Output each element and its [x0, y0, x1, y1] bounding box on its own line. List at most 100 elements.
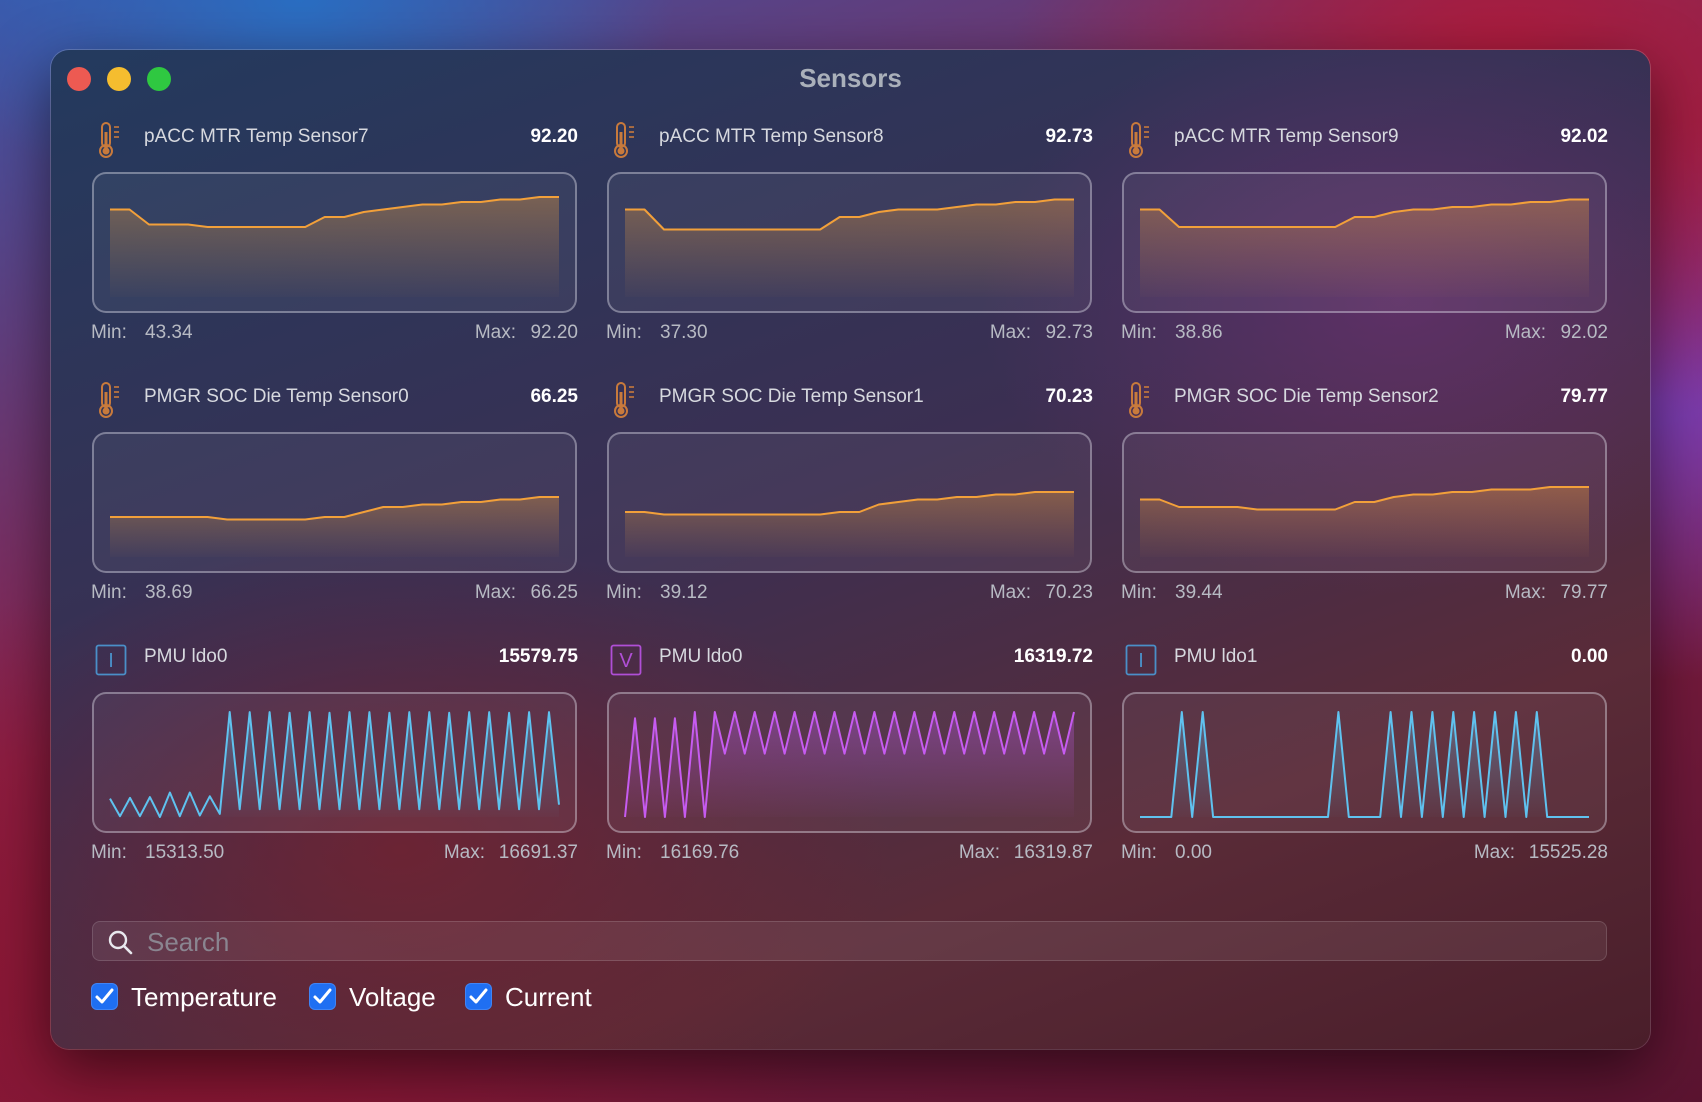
graph-area	[625, 199, 1074, 297]
max-label: Max:	[989, 322, 1031, 343]
graph-area	[1140, 199, 1589, 297]
sensor-value: 66.25	[530, 386, 578, 407]
graph-plot	[1140, 198, 1589, 297]
sensor-value: 16319.72	[1013, 646, 1093, 667]
sensor-graph	[607, 432, 1092, 573]
sensor-name: PMU ldo0	[144, 646, 228, 667]
graph-plot	[110, 196, 559, 297]
sensor-stats: Min: 37.30 92.73 Max:	[606, 322, 1093, 346]
sensor-stats: Min: 15313.50 16691.37 Max:	[91, 842, 578, 866]
sensor-name: pACC MTR Temp Sensor7	[144, 126, 369, 147]
search-input[interactable]	[145, 922, 1589, 962]
thermometer-icon	[1125, 120, 1153, 160]
sensor-header: I PMU ldo0 15579.75	[91, 638, 578, 688]
current-checkbox[interactable]	[465, 983, 492, 1010]
sensor-card: I PMU ldo1 0.00 Min: 0.00 15525.28 Max:	[1121, 630, 1608, 880]
max-value: 79.77	[1560, 582, 1608, 603]
graph-plot	[1140, 711, 1589, 818]
min-value: 38.86	[1175, 322, 1223, 343]
min-label: Min:	[91, 582, 127, 603]
sensor-graph	[1122, 432, 1607, 573]
sensor-card: I PMU ldo0 15579.75 Min: 15313.50 16691.37 Max…	[91, 630, 578, 880]
sensor-name: PMGR SOC Die Temp Sensor2	[1174, 386, 1439, 407]
graph-plot	[625, 491, 1074, 557]
max-label: Max:	[1473, 842, 1515, 863]
sensor-stats: Min: 0.00 15525.28 Max:	[1121, 842, 1608, 866]
voltage-checkbox[interactable]	[309, 983, 336, 1010]
thermometer-icon	[95, 380, 123, 420]
sensor-stats: Min: 43.34 92.20 Max:	[91, 322, 578, 346]
sensor-name: PMU ldo1	[1174, 646, 1258, 667]
max-label: Max:	[989, 582, 1031, 603]
graph-plot	[625, 198, 1074, 297]
min-label: Min:	[91, 842, 127, 863]
min-label: Min:	[1121, 322, 1157, 343]
sensor-stats: Min: 38.86 92.02 Max:	[1121, 322, 1608, 346]
sensor-stats: Min: 38.69 66.25 Max:	[91, 582, 578, 606]
current-icon: I	[95, 640, 127, 680]
graph-plot	[624, 711, 1075, 818]
graph-area	[625, 492, 1074, 557]
min-value: 38.69	[145, 582, 193, 603]
sensor-stats: Min: 39.12 70.23 Max:	[606, 582, 1093, 606]
max-value: 92.73	[1045, 322, 1093, 343]
min-label: Min:	[606, 582, 642, 603]
sensor-stats: Min: 39.44 79.77 Max:	[1121, 582, 1608, 606]
max-label: Max:	[1504, 322, 1546, 343]
max-label: Max:	[474, 322, 516, 343]
voltage-label: Voltage	[349, 982, 436, 1012]
sensor-graph	[92, 172, 577, 313]
sensor-name: pACC MTR Temp Sensor8	[659, 126, 884, 147]
min-label: Min:	[1121, 582, 1157, 603]
graph-plot	[109, 711, 560, 818]
min-label: Min:	[91, 322, 127, 343]
max-value: 92.20	[530, 322, 578, 343]
svg-text:V: V	[619, 650, 633, 672]
sensor-value: 79.77	[1560, 386, 1608, 407]
sensor-graph	[1122, 172, 1607, 313]
sensor-card: PMGR SOC Die Temp Sensor1 70.23 Min: 39.12 7…	[606, 370, 1093, 620]
window-title: Sensors	[799, 63, 902, 93]
sensor-value: 92.02	[1560, 126, 1608, 147]
sensors-window: Sensors pACC MTR Temp Sensor7 92.20 Min: 43…	[51, 50, 1650, 1049]
sensor-name: PMGR SOC Die Temp Sensor1	[659, 386, 924, 407]
current-icon: I	[1125, 640, 1157, 680]
sensor-graph	[607, 172, 1092, 313]
min-value: 16169.76	[660, 842, 740, 863]
graph-area	[110, 197, 559, 297]
sensor-card: PMGR SOC Die Temp Sensor2 79.77 Min: 39.44 7…	[1121, 370, 1608, 620]
sensor-value: 92.20	[530, 126, 578, 147]
sensor-card: pACC MTR Temp Sensor7 92.20 Min: 43.34 92.20…	[91, 110, 578, 360]
checkmark-icon	[95, 988, 114, 1004]
max-value: 16319.87	[1013, 842, 1093, 863]
max-value: 70.23	[1045, 582, 1093, 603]
max-value: 92.02	[1560, 322, 1608, 343]
sensor-stats: Min: 16169.76 16319.87 Max:	[606, 842, 1093, 866]
sensor-header: pACC MTR Temp Sensor9 92.02	[1121, 118, 1608, 168]
sensor-header: PMGR SOC Die Temp Sensor2 79.77	[1121, 378, 1608, 428]
checkmark-icon	[469, 988, 488, 1004]
svg-text:I: I	[108, 650, 114, 672]
min-value: 39.44	[1175, 582, 1223, 603]
graph-plot	[1140, 486, 1589, 557]
checkmark-icon	[313, 988, 332, 1004]
max-value: 16691.37	[498, 842, 578, 863]
sensor-card: pACC MTR Temp Sensor9 92.02 Min: 38.86 92.02…	[1121, 110, 1608, 360]
temperature-label: Temperature	[131, 982, 277, 1012]
sensor-header: PMGR SOC Die Temp Sensor1 70.23	[606, 378, 1093, 428]
max-label: Max:	[1504, 582, 1546, 603]
sensor-name: PMGR SOC Die Temp Sensor0	[144, 386, 409, 407]
min-label: Min:	[606, 322, 642, 343]
sensor-card: PMGR SOC Die Temp Sensor0 66.25 Min: 38.69 6…	[91, 370, 578, 620]
min-value: 39.12	[660, 582, 708, 603]
max-value: 15525.28	[1528, 842, 1608, 863]
sensor-value: 0.00	[1571, 646, 1608, 667]
temperature-checkbox[interactable]	[91, 983, 118, 1010]
sensor-card: pACC MTR Temp Sensor8 92.73 Min: 37.30 92.73…	[606, 110, 1093, 360]
min-value: 43.34	[145, 322, 193, 343]
sensor-graph	[607, 692, 1092, 833]
sensor-graph	[1122, 692, 1607, 833]
search-field[interactable]	[92, 921, 1607, 962]
sensor-value: 70.23	[1045, 386, 1093, 407]
sensor-name: pACC MTR Temp Sensor9	[1174, 126, 1399, 147]
